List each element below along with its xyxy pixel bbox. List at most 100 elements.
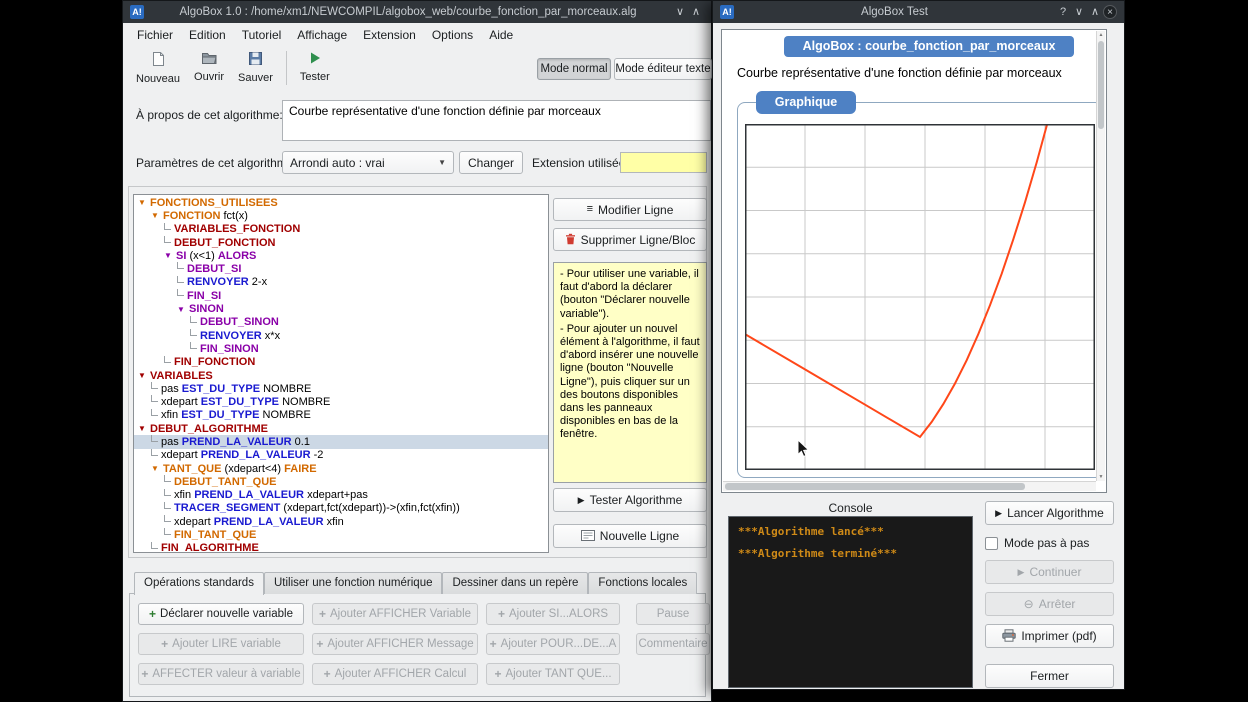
nouvelle-ligne-button[interactable]: Nouvelle Ligne xyxy=(553,524,707,548)
mode-pas-a-pas-checkbox[interactable] xyxy=(985,537,998,550)
window-control-maximize[interactable]: ∧ xyxy=(1087,4,1103,20)
tree-token: DEBUT_SINON xyxy=(200,316,279,328)
tab-0[interactable]: Opérations standards xyxy=(134,572,264,595)
menu-affichage[interactable]: Affichage xyxy=(289,28,355,42)
horizontal-scrollbar[interactable] xyxy=(723,481,1096,491)
tree-row[interactable]: ▼FONCTIONS_UTILISEES xyxy=(134,196,548,209)
supprimer-ligne-button[interactable]: Supprimer Ligne/Bloc xyxy=(553,228,707,251)
tree-row[interactable]: TRACER_SEGMENT (xdepart,fct(xdepart))->(… xyxy=(134,502,548,515)
toolbar-ouvrir-button[interactable]: Ouvrir xyxy=(187,48,231,85)
extension-input[interactable] xyxy=(620,152,707,173)
window-control-minimize[interactable]: ∨ xyxy=(672,4,688,20)
tree-row[interactable]: FIN_SINON xyxy=(134,342,548,355)
tree-row[interactable]: FIN_ALGORITHME xyxy=(134,542,548,553)
action-button[interactable]: Pause xyxy=(636,603,710,625)
tree-expand-arrow[interactable]: ▼ xyxy=(177,305,189,314)
tree-row[interactable]: FIN_FONCTION xyxy=(134,356,548,369)
action-button[interactable]: +Ajouter AFFICHER Message xyxy=(312,633,478,655)
action-button[interactable]: +Ajouter POUR...DE...A xyxy=(486,633,620,655)
tree-row[interactable]: ▼TANT_QUE (xdepart<4) FAIRE xyxy=(134,462,548,475)
modifier-ligne-button[interactable]: ≡ Modifier Ligne xyxy=(553,198,707,221)
vertical-scrollbar[interactable]: ▲ ▼ xyxy=(1096,31,1105,481)
tree-row[interactable]: RENVOYER x*x xyxy=(134,329,548,342)
scroll-down-icon[interactable]: ▼ xyxy=(1097,474,1105,480)
tree-row[interactable]: ▼DEBUT_ALGORITHME xyxy=(134,422,548,435)
tree-token: EST_DU_TYPE xyxy=(182,383,263,395)
tree-row[interactable]: xdepart EST_DU_TYPE NOMBRE xyxy=(134,395,548,408)
mode-normal-button[interactable]: Mode normal xyxy=(537,58,611,80)
tree-row[interactable]: FIN_SI xyxy=(134,289,548,302)
tree-row[interactable]: RENVOYER 2-x xyxy=(134,276,548,289)
action-button[interactable]: +Déclarer nouvelle variable xyxy=(138,603,304,625)
algorithm-tree[interactable]: ▼FONCTIONS_UTILISEES▼FONCTION fct(x)VARI… xyxy=(133,194,549,553)
about-textarea[interactable]: Courbe représentative d'une fonction déf… xyxy=(282,100,711,141)
menu-aide[interactable]: Aide xyxy=(481,28,521,42)
action-button[interactable]: +Ajouter AFFICHER Calcul xyxy=(312,663,478,685)
tree-row[interactable]: xdepart PREND_LA_VALEUR xfin xyxy=(134,515,548,528)
menu-edition[interactable]: Edition xyxy=(181,28,234,42)
mode-editeur-texte-button[interactable]: Mode éditeur texte xyxy=(614,58,712,80)
tree-row[interactable]: xdepart PREND_LA_VALEUR -2 xyxy=(134,449,548,462)
action-button[interactable]: +Ajouter TANT QUE... xyxy=(486,663,620,685)
scrollbar-handle[interactable] xyxy=(725,483,1025,490)
tab-1[interactable]: Utiliser une fonction numérique xyxy=(264,572,443,594)
tree-row[interactable]: ▼FONCTION fct(x) xyxy=(134,209,548,222)
action-button[interactable]: +AFFECTER valeur à variable xyxy=(138,663,304,685)
action-button[interactable]: +Ajouter LIRE variable xyxy=(138,633,304,655)
window-control-close[interactable]: × xyxy=(1103,5,1117,19)
main-titlebar[interactable]: A! AlgoBox 1.0 : /home/xm1/NEWCOMPIL/alg… xyxy=(123,1,711,23)
tree-row[interactable]: xfin PREND_LA_VALEUR xdepart+pas xyxy=(134,489,548,502)
menu-extension[interactable]: Extension xyxy=(355,28,424,42)
continuer-button[interactable]: ▶ Continuer xyxy=(985,560,1114,584)
tree-row[interactable]: FIN_TANT_QUE xyxy=(134,528,548,541)
action-button[interactable]: +Ajouter AFFICHER Variable xyxy=(312,603,478,625)
toolbar-sauver-button[interactable]: Sauver xyxy=(231,48,280,86)
algobox-app-icon: A! xyxy=(720,5,734,19)
tree-row[interactable]: DEBUT_SINON xyxy=(134,316,548,329)
params-label: Paramètres de cet algorithme: xyxy=(136,156,297,170)
tree-expand-arrow[interactable]: ▼ xyxy=(138,198,150,207)
tree-row[interactable]: DEBUT_TANT_QUE xyxy=(134,475,548,488)
tree-row[interactable]: ▼VARIABLES xyxy=(134,369,548,382)
toolbar-nouveau-button[interactable]: Nouveau xyxy=(129,48,187,87)
menu-options[interactable]: Options xyxy=(424,28,481,42)
menu-fichier[interactable]: Fichier xyxy=(129,28,181,42)
tree-row[interactable]: DEBUT_FONCTION xyxy=(134,236,548,249)
tree-expand-arrow[interactable]: ▼ xyxy=(138,371,150,380)
tree-expand-arrow[interactable]: ▼ xyxy=(138,424,150,433)
window-control-maximize[interactable]: ∧ xyxy=(688,4,704,20)
tree-token: NOMBRE xyxy=(282,396,330,408)
tree-token: RENVOYER xyxy=(200,330,265,342)
tree-token: SINON xyxy=(189,303,224,315)
tree-row[interactable]: xfin EST_DU_TYPE NOMBRE xyxy=(134,409,548,422)
toolbar-tester-button[interactable]: Tester xyxy=(293,48,337,85)
fermer-button[interactable]: Fermer xyxy=(985,664,1114,688)
tree-expand-arrow[interactable]: ▼ xyxy=(151,464,163,473)
arreter-button[interactable]: ⊖ Arrêter xyxy=(985,592,1114,616)
play-icon: ▶ xyxy=(995,509,1002,518)
tree-row[interactable]: ▼SINON xyxy=(134,302,548,315)
tree-row[interactable]: pas EST_DU_TYPE NOMBRE xyxy=(134,382,548,395)
lancer-algorithme-button[interactable]: ▶ Lancer Algorithme xyxy=(985,501,1114,525)
tab-graphique[interactable]: Graphique xyxy=(756,91,856,114)
tree-row[interactable]: ▼SI (x<1) ALORS xyxy=(134,249,548,262)
arrondi-combobox[interactable]: Arrondi auto : vrai ▼ xyxy=(282,151,454,174)
window-control-help[interactable]: ? xyxy=(1055,4,1071,20)
tree-row[interactable]: DEBUT_SI xyxy=(134,262,548,275)
imprimer-pdf-button[interactable]: Imprimer (pdf) xyxy=(985,624,1114,648)
tree-row[interactable]: pas PREND_LA_VALEUR 0.1 xyxy=(134,435,548,448)
tree-row[interactable]: VARIABLES_FONCTION xyxy=(134,223,548,236)
tree-expand-arrow[interactable]: ▼ xyxy=(151,211,163,220)
action-button[interactable]: Commentaire xyxy=(636,633,710,655)
tester-algorithme-button[interactable]: ▶ Tester Algorithme xyxy=(553,488,707,512)
tab-3[interactable]: Fonctions locales xyxy=(588,572,697,594)
tree-expand-arrow[interactable]: ▼ xyxy=(164,251,176,260)
action-button[interactable]: +Ajouter SI...ALORS xyxy=(486,603,620,625)
menu-tutoriel[interactable]: Tutoriel xyxy=(234,28,290,42)
tab-2[interactable]: Dessiner dans un repère xyxy=(442,572,588,594)
window-control-minimize[interactable]: ∨ xyxy=(1071,4,1087,20)
test-titlebar[interactable]: A! AlgoBox Test ?∨∧× xyxy=(713,1,1124,23)
scroll-up-icon[interactable]: ▲ xyxy=(1097,32,1105,38)
scrollbar-handle[interactable] xyxy=(1098,41,1104,129)
changer-button[interactable]: Changer xyxy=(459,151,523,174)
